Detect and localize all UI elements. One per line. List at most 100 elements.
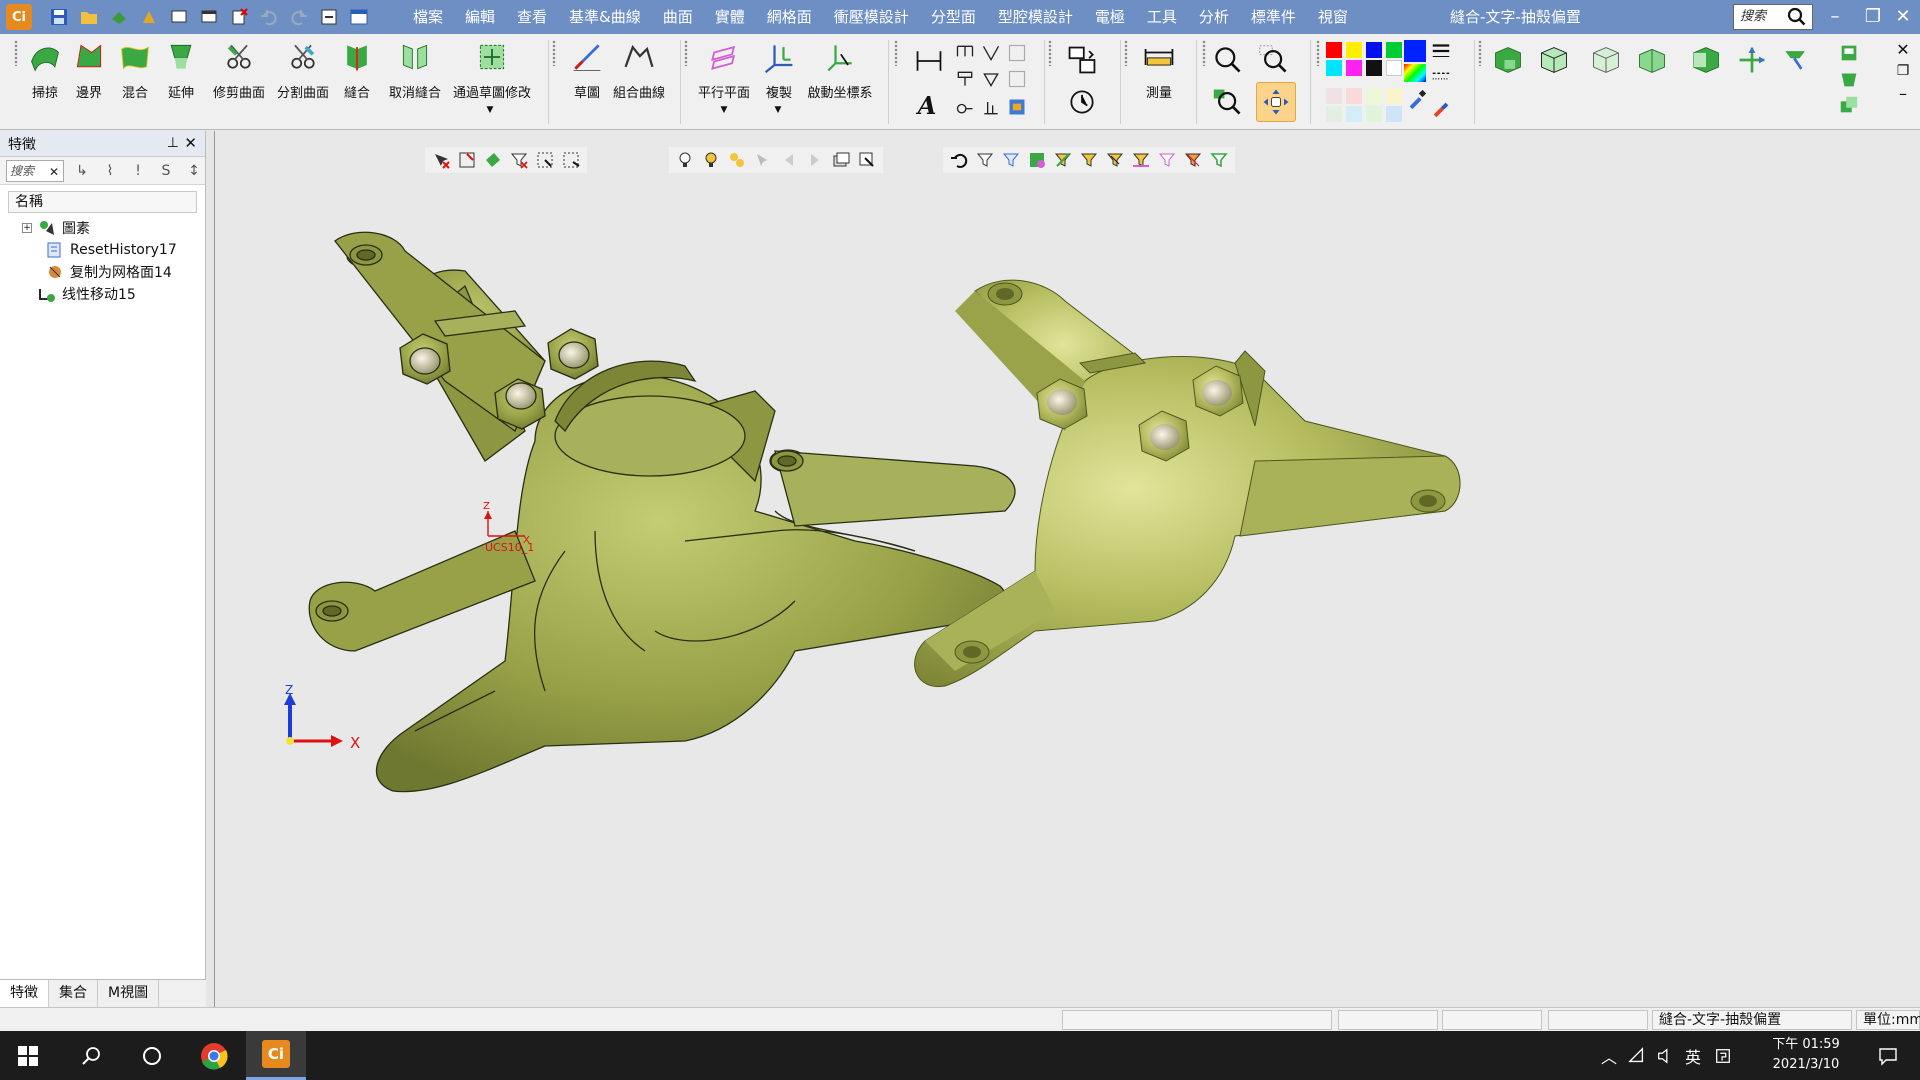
toolbar-grip[interactable] bbox=[684, 40, 688, 66]
menu-standard-parts[interactable]: 標準件 bbox=[1240, 0, 1307, 34]
sketch-button[interactable]: 草圖 bbox=[560, 38, 614, 101]
sketch-modify-button[interactable]: 通過草圖修改 bbox=[450, 38, 534, 101]
minimize-icon[interactable]: – bbox=[1816, 0, 1854, 34]
tab-features[interactable]: 特徵 bbox=[0, 980, 49, 1007]
sew-button[interactable]: 縫合 bbox=[330, 38, 384, 101]
color-light-swatch[interactable] bbox=[1386, 88, 1402, 104]
color-light-swatch[interactable] bbox=[1326, 106, 1342, 122]
history-replay-icon[interactable] bbox=[1064, 84, 1100, 120]
baseline-dim-icon[interactable] bbox=[952, 40, 978, 66]
menu-solid[interactable]: 實體 bbox=[704, 0, 756, 34]
wireframe-icon[interactable] bbox=[1634, 42, 1670, 78]
menu-surface[interactable]: 曲面 bbox=[652, 0, 704, 34]
menu-datum-curve[interactable]: 基準&曲線 bbox=[558, 0, 652, 34]
color-light-swatch[interactable] bbox=[1346, 88, 1362, 104]
datum-feature-icon[interactable] bbox=[952, 66, 978, 92]
toolbar-grip[interactable] bbox=[1124, 40, 1128, 66]
menu-analysis[interactable]: 分析 bbox=[1188, 0, 1240, 34]
composite-curve-button[interactable]: 組合曲線 bbox=[608, 38, 670, 101]
color-red-swatch[interactable] bbox=[1326, 42, 1342, 58]
pick-icon[interactable] bbox=[136, 5, 162, 29]
menu-file[interactable]: 檔案 bbox=[402, 0, 454, 34]
tree-item-copy-mesh[interactable]: 复制为网格面14 bbox=[46, 261, 172, 283]
menu-electrode[interactable]: 電極 bbox=[1084, 0, 1136, 34]
section-view-icon[interactable] bbox=[1836, 66, 1862, 92]
tolerance-icon[interactable] bbox=[1004, 66, 1030, 92]
toolbar-grip[interactable] bbox=[1478, 40, 1482, 66]
minimize-icon[interactable]: – bbox=[1890, 80, 1916, 106]
color-light-swatch[interactable] bbox=[1326, 88, 1342, 104]
angular-dim-icon[interactable] bbox=[978, 40, 1004, 66]
color-magenta-swatch[interactable] bbox=[1346, 60, 1362, 76]
line-weight-icon[interactable] bbox=[1428, 38, 1454, 64]
view-cube-icon[interactable] bbox=[1836, 40, 1862, 66]
copy-button[interactable]: 複製 bbox=[752, 38, 806, 101]
shaded-edges-icon[interactable] bbox=[1536, 42, 1572, 78]
dimension-icon[interactable] bbox=[912, 44, 946, 78]
toolbar-grip[interactable] bbox=[1048, 40, 1052, 66]
windows-start-icon[interactable] bbox=[0, 1031, 56, 1080]
trim-surface-button[interactable]: 修剪曲面 bbox=[208, 38, 270, 101]
color-yellow-swatch[interactable] bbox=[1346, 42, 1362, 58]
expand-icon[interactable]: + bbox=[22, 223, 32, 233]
parallel-plane-button[interactable]: 平行平面 bbox=[694, 38, 754, 101]
task-view-icon[interactable] bbox=[124, 1031, 180, 1080]
volume-icon[interactable] bbox=[1652, 1031, 1678, 1080]
weld-symbol-icon[interactable] bbox=[978, 94, 1004, 120]
new-shape-icon[interactable] bbox=[106, 5, 132, 29]
redo-icon[interactable] bbox=[286, 5, 312, 29]
toolbar-grip[interactable] bbox=[552, 40, 556, 66]
exchange-icon[interactable] bbox=[1064, 42, 1100, 78]
color-cyan-swatch[interactable] bbox=[1326, 60, 1342, 76]
align-view-icon[interactable] bbox=[1778, 42, 1814, 78]
model-canvas[interactable]: Z X UCS10_1 Z X bbox=[215, 131, 1920, 1007]
menu-mold[interactable]: 型腔模設計 bbox=[987, 0, 1084, 34]
system-clock[interactable]: 下午 01:59 2021/3/10 bbox=[1760, 1035, 1852, 1075]
display-icon[interactable] bbox=[166, 5, 192, 29]
search-icon[interactable] bbox=[64, 1031, 120, 1080]
color-light-swatch[interactable] bbox=[1386, 106, 1402, 122]
menu-mesh[interactable]: 網格面 bbox=[756, 0, 823, 34]
menu-press-die[interactable]: 衝壓模設計 bbox=[823, 0, 920, 34]
tree-item-entities[interactable]: + 圖素 bbox=[22, 217, 90, 239]
color-light-swatch[interactable] bbox=[1366, 88, 1382, 104]
table-annotation-icon[interactable] bbox=[1004, 94, 1030, 120]
input-method-icon[interactable] bbox=[1710, 1031, 1736, 1080]
pan-icon[interactable] bbox=[1256, 82, 1296, 122]
regenerate-icon[interactable] bbox=[316, 5, 342, 29]
layer-manager-icon[interactable] bbox=[346, 5, 372, 29]
activate-csys-button[interactable]: 啟動坐標系 bbox=[804, 38, 876, 101]
format-painter-icon[interactable] bbox=[1428, 96, 1454, 122]
3d-viewport[interactable]: Z X UCS10_1 Z X bbox=[214, 131, 1920, 1007]
window-layout-icon[interactable] bbox=[196, 5, 222, 29]
zoom-window-icon[interactable] bbox=[1256, 42, 1292, 78]
menu-edit[interactable]: 編輯 bbox=[454, 0, 506, 34]
ime-indicator[interactable]: 英 bbox=[1680, 1031, 1706, 1080]
left-model[interactable] bbox=[308, 231, 1016, 793]
menu-parting[interactable]: 分型面 bbox=[920, 0, 987, 34]
measure-button[interactable]: 測量 bbox=[1132, 38, 1186, 101]
move-csys-icon[interactable] bbox=[1734, 42, 1770, 78]
toolbar-grip[interactable] bbox=[894, 40, 898, 66]
color-white-swatch[interactable] bbox=[1386, 60, 1402, 76]
tab-sets[interactable]: 集合 bbox=[49, 980, 98, 1007]
close-icon[interactable]: ✕ bbox=[1884, 0, 1920, 34]
chrome-icon[interactable] bbox=[186, 1031, 242, 1080]
color-palette-icon[interactable] bbox=[1404, 64, 1426, 82]
network-icon[interactable] bbox=[1624, 1031, 1650, 1080]
dropdown-arrow-icon[interactable]: ▼ bbox=[768, 102, 788, 118]
search-icon[interactable] bbox=[1785, 6, 1809, 28]
surface-finish-icon[interactable] bbox=[952, 94, 978, 120]
split-surface-button[interactable]: 分割曲面 bbox=[272, 38, 334, 101]
color-blue-swatch[interactable] bbox=[1366, 42, 1382, 58]
menu-window[interactable]: 視窗 bbox=[1307, 0, 1359, 34]
notification-icon[interactable] bbox=[1864, 1031, 1912, 1080]
unsew-button[interactable]: 取消縫合 bbox=[384, 38, 446, 101]
chain-dim-icon[interactable] bbox=[1004, 40, 1030, 66]
chevron-up-icon[interactable]: ︿ bbox=[1596, 1031, 1622, 1080]
iso-view-icon[interactable] bbox=[1688, 42, 1724, 78]
undo-icon[interactable] bbox=[256, 5, 282, 29]
color-light-swatch[interactable] bbox=[1346, 106, 1362, 122]
text-annotation-icon[interactable]: A bbox=[912, 90, 942, 120]
tab-m-view[interactable]: M視圖 bbox=[98, 980, 160, 1007]
